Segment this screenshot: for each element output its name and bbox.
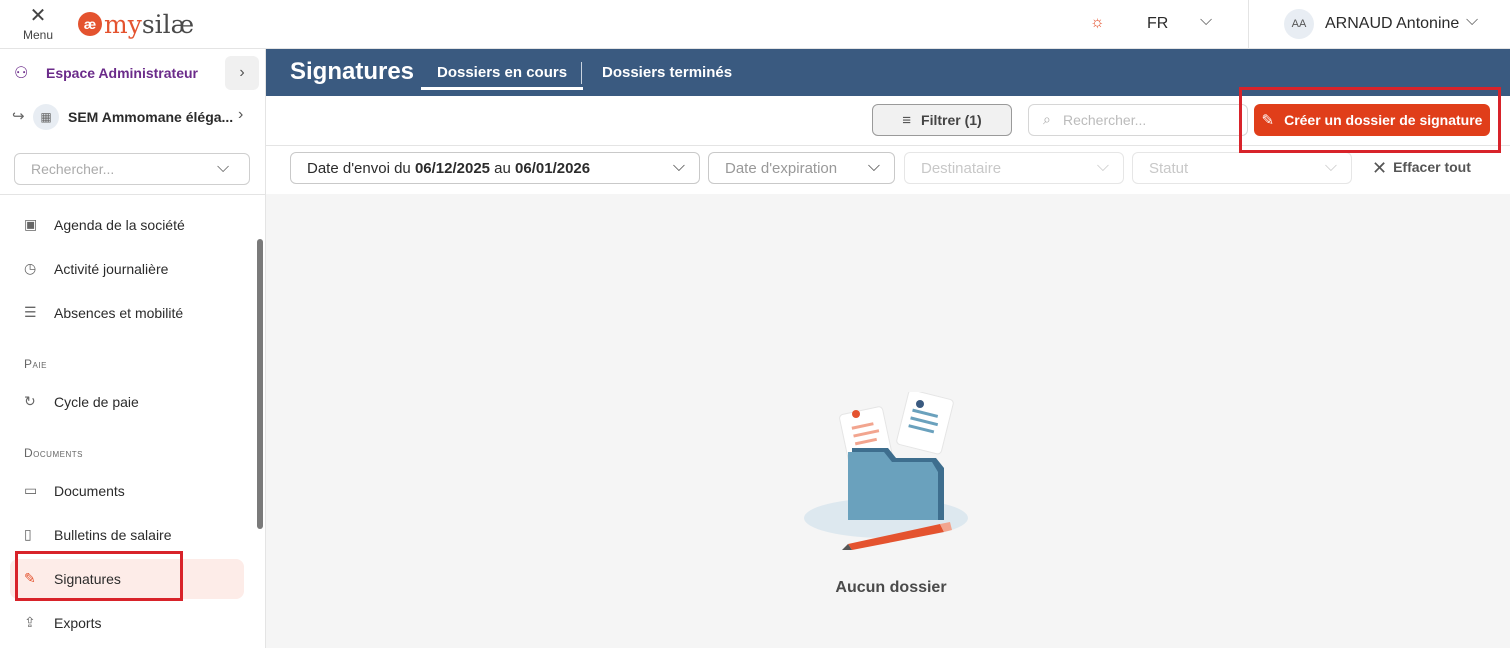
chevron-down-icon[interactable]: ⌵ bbox=[1466, 12, 1478, 30]
sidebar-item-label: Activité journalière bbox=[54, 261, 169, 277]
section-title-paie: Paie bbox=[24, 357, 47, 371]
payslip-icon: ▯ bbox=[24, 526, 32, 542]
tab-completed[interactable]: Dossiers terminés bbox=[602, 64, 732, 81]
send-date-filter-label: Date d'envoi du 06/12/2025 au 06/01/2026 bbox=[307, 160, 591, 177]
sidebar-item-exports[interactable]: ⇪ Exports bbox=[10, 603, 244, 643]
search-box[interactable]: ⌕ bbox=[1028, 104, 1248, 136]
chevron-down-icon: ⌵ bbox=[672, 158, 685, 175]
sidebar-item-label: Agenda de la société bbox=[54, 217, 185, 233]
recipient-filter[interactable]: Destinataire ⌵ bbox=[904, 152, 1124, 184]
menu-button[interactable]: ✕ Menu bbox=[16, 6, 60, 44]
status-filter[interactable]: Statut ⌵ bbox=[1132, 152, 1352, 184]
sidebar-item-label: Absences et mobilité bbox=[54, 305, 184, 321]
logo-mark-icon: æ bbox=[78, 12, 102, 36]
chevron-down-icon[interactable]: ⌵ bbox=[217, 159, 229, 177]
clock-icon: ◷ bbox=[24, 260, 37, 276]
folder-icon: ▭ bbox=[24, 482, 38, 498]
status-filter-label: Statut bbox=[1149, 160, 1189, 177]
chevron-down-icon[interactable]: ⌵ bbox=[1200, 12, 1212, 30]
empty-state-text: Aucun dossier bbox=[835, 579, 947, 596]
chevron-down-icon: ⌵ bbox=[1096, 158, 1109, 175]
admin-space-link[interactable]: ⚇ Espace Administrateur › bbox=[0, 49, 265, 96]
empty-folder-illustration-icon bbox=[804, 392, 968, 550]
sidebar-scrollbar[interactable] bbox=[257, 239, 263, 529]
divider bbox=[581, 62, 582, 84]
export-icon: ⇪ bbox=[24, 614, 36, 630]
expiration-date-filter[interactable]: Date d'expiration ⌵ bbox=[708, 152, 895, 184]
recipient-filter-label: Destinataire bbox=[921, 160, 1002, 177]
highlight-box bbox=[15, 551, 183, 601]
sidebar-item-label: Documents bbox=[54, 483, 125, 499]
divider bbox=[0, 194, 265, 195]
chevron-down-icon: ⌵ bbox=[867, 158, 880, 175]
sidebar-item-agenda[interactable]: ▣ Agenda de la société bbox=[10, 205, 244, 245]
sidebar-item-label: Exports bbox=[54, 615, 102, 631]
sidebar-item-label: Cycle de paie bbox=[54, 394, 139, 410]
logo: æ mysilæ bbox=[78, 8, 194, 40]
menu-label: Menu bbox=[22, 28, 54, 42]
admin-space-label: Espace Administrateur bbox=[46, 65, 198, 81]
send-date-filter[interactable]: Date d'envoi du 06/12/2025 au 06/01/2026… bbox=[290, 152, 700, 184]
chevron-right-icon[interactable]: › bbox=[225, 56, 259, 90]
sidebar-item-daily-activity[interactable]: ◷ Activité journalière bbox=[10, 249, 244, 289]
company-switcher[interactable]: ↪ ▦ SEM Ammomane éléga... › bbox=[0, 99, 265, 135]
filters-row: Date d'envoi du 06/12/2025 au 06/01/2026… bbox=[266, 146, 1510, 194]
clear-all-label: Effacer tout bbox=[1393, 159, 1471, 175]
divider bbox=[1248, 0, 1249, 49]
expiration-filter-label: Date d'expiration bbox=[725, 160, 838, 177]
sidebar-item-documents[interactable]: ▭ Documents bbox=[10, 471, 244, 511]
empty-state: Aucun dossier bbox=[266, 194, 1510, 648]
sun-icon[interactable]: ☼ bbox=[1090, 14, 1105, 32]
payroll-cycle-icon: ↻ bbox=[24, 393, 36, 409]
sidebar-item-absences[interactable]: ☰ Absences et mobilité bbox=[10, 293, 244, 333]
sidebar-search[interactable]: ⌵ bbox=[14, 153, 250, 185]
highlight-box bbox=[1239, 87, 1501, 153]
list-icon: ☰ bbox=[24, 304, 37, 320]
search-input[interactable] bbox=[1063, 105, 1243, 135]
building-icon: ▦ bbox=[33, 104, 59, 130]
sidebar-item-payslips[interactable]: ▯ Bulletins de salaire bbox=[10, 515, 244, 555]
logo-text: mysilæ bbox=[104, 9, 195, 39]
sidebar-search-input[interactable] bbox=[15, 154, 215, 184]
filter-icon: ≡ bbox=[902, 111, 912, 129]
sidebar-item-label: Bulletins de salaire bbox=[54, 527, 172, 543]
clear-all-button[interactable]: ✕ Effacer tout bbox=[1372, 158, 1471, 179]
section-title-documents: Documents bbox=[24, 446, 83, 460]
chevron-down-icon: ⌵ bbox=[1324, 158, 1337, 175]
avatar[interactable]: AA bbox=[1284, 9, 1314, 39]
close-icon: ✕ bbox=[29, 5, 47, 27]
tab-in-progress[interactable]: Dossiers en cours bbox=[420, 64, 584, 90]
top-bar: ✕ Menu æ mysilæ ☼ FR ⌵ AA ARNAUD Antonin… bbox=[0, 0, 1510, 49]
sidebar-item-payroll-cycle[interactable]: ↻ Cycle de paie bbox=[10, 382, 244, 422]
filter-button[interactable]: ≡ Filtrer (1) bbox=[872, 104, 1012, 136]
page-title: Signatures bbox=[290, 58, 415, 85]
admin-user-gear-icon: ⚇ bbox=[14, 65, 29, 82]
chevron-right-icon[interactable]: › bbox=[238, 106, 243, 124]
filter-button-label: Filtrer (1) bbox=[921, 112, 982, 128]
user-name[interactable]: ARNAUD Antonine bbox=[1325, 15, 1459, 33]
language-selector[interactable]: FR bbox=[1147, 15, 1168, 33]
company-name: SEM Ammomane éléga... bbox=[68, 109, 234, 125]
subdirectory-arrow-icon: ↪ bbox=[12, 108, 25, 125]
search-icon: ⌕ bbox=[1043, 111, 1051, 127]
calendar-icon: ▣ bbox=[24, 216, 38, 232]
close-icon: ✕ bbox=[1372, 158, 1388, 178]
